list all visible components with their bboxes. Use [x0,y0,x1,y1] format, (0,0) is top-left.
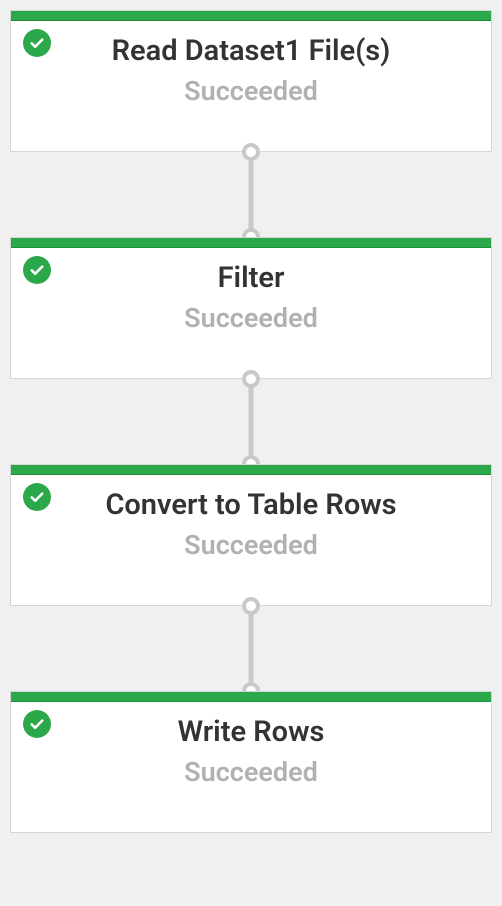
pipeline-node[interactable]: Convert to Table Rows Succeeded [10,464,492,606]
node-title: Read Dataset1 File(s) [63,33,475,69]
node-body: Write Rows Succeeded [11,702,491,832]
node-status-bar [11,465,491,475]
node-status-bar [11,238,491,248]
node-status-label: Succeeded [63,302,475,334]
node-status-bar [11,692,491,702]
connector [10,152,492,237]
pipeline-node[interactable]: Write Rows Succeeded [10,691,492,833]
node-body: Filter Succeeded [11,248,491,378]
node-title: Write Rows [63,714,475,750]
node-status-label: Succeeded [63,529,475,561]
connector-line [249,612,254,685]
check-circle-icon [23,256,51,284]
node-title: Convert to Table Rows [63,487,475,523]
check-circle-icon [23,29,51,57]
node-title: Filter [63,260,475,296]
connector-line [249,158,254,231]
node-status-label: Succeeded [63,75,475,107]
node-status-bar [11,11,491,21]
node-body: Read Dataset1 File(s) Succeeded [11,21,491,151]
connector-line [249,385,254,458]
pipeline-node[interactable]: Read Dataset1 File(s) Succeeded [10,10,492,152]
node-body: Convert to Table Rows Succeeded [11,475,491,605]
check-circle-icon [23,483,51,511]
check-circle-icon [23,710,51,738]
node-status-label: Succeeded [63,756,475,788]
pipeline-node[interactable]: Filter Succeeded [10,237,492,379]
pipeline-diagram: Read Dataset1 File(s) Succeeded Filter S… [10,10,492,833]
connector [10,606,492,691]
connector [10,379,492,464]
